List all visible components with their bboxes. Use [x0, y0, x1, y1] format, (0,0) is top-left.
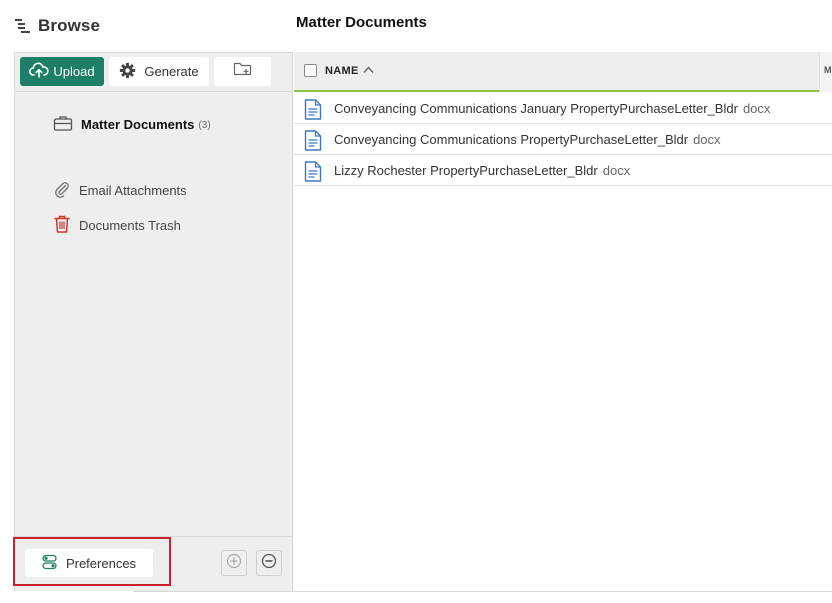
gear-icon	[119, 62, 144, 82]
document-row[interactable]: Conveyancing Communications PropertyPurc…	[294, 124, 832, 155]
upload-button[interactable]: Upload	[20, 57, 104, 86]
tree-list-icon[interactable]	[14, 17, 32, 35]
tree-item-count: (3)	[198, 120, 211, 131]
column-header-label: M	[824, 65, 832, 75]
document-row[interactable]: Conveyancing Communications January Prop…	[294, 93, 832, 124]
divider	[133, 591, 832, 592]
grid-header: NAME	[294, 52, 819, 92]
tree-item-label: Documents Trash	[79, 218, 181, 233]
column-header-name[interactable]: NAME	[325, 65, 374, 77]
generate-label: Generate	[144, 64, 199, 79]
column-header-label: NAME	[325, 65, 359, 77]
document-extension: docx	[693, 132, 721, 147]
tree-item-label: Matter Documents	[81, 117, 195, 132]
toggles-icon	[42, 554, 66, 573]
preferences-button[interactable]: Preferences	[25, 549, 153, 577]
column-header-next[interactable]: M	[819, 52, 832, 92]
document-row[interactable]: Lizzy Rochester PropertyPurchaseLetter_B…	[294, 155, 832, 186]
document-grid: NAME M Conveyancing Communications Janua…	[294, 52, 832, 591]
sidebar-toolbar: Upload Generate	[15, 53, 292, 92]
tree-item-documents-trash[interactable]: Documents Trash	[53, 214, 181, 237]
select-all-checkbox[interactable]	[304, 64, 317, 77]
paperclip-icon	[53, 180, 79, 201]
briefcase-icon	[53, 114, 81, 135]
cloud-upload-icon	[29, 62, 53, 81]
trash-icon	[53, 214, 79, 237]
new-folder-icon	[233, 61, 253, 82]
document-extension: docx	[742, 101, 771, 116]
sidebar-footer: Preferences	[15, 536, 292, 591]
page-title: Matter Documents	[296, 14, 427, 31]
add-button[interactable]	[221, 550, 247, 576]
remove-button[interactable]	[256, 550, 282, 576]
document-extension: docx	[602, 163, 631, 178]
generate-button[interactable]: Generate	[109, 57, 209, 86]
sidebar: Upload Generate Matter Documents (3) Ema…	[14, 52, 293, 591]
plus-circle-icon	[226, 553, 242, 574]
sort-ascending-icon	[359, 65, 374, 77]
browse-title: Browse	[38, 16, 101, 35]
browse-header: Browse	[14, 14, 100, 38]
minus-circle-icon	[261, 553, 277, 574]
preferences-label: Preferences	[65, 555, 137, 571]
tree-item-email-attachments[interactable]: Email Attachments	[53, 180, 187, 201]
tree-item-matter-documents[interactable]: Matter Documents (3)	[53, 114, 211, 135]
document-name: Conveyancing Communications PropertyPurc…	[334, 132, 721, 147]
upload-label: Upload	[53, 64, 95, 79]
document-name: Lizzy Rochester PropertyPurchaseLetter_B…	[334, 163, 631, 178]
new-folder-button[interactable]	[214, 57, 271, 86]
document-name: Conveyancing Communications January Prop…	[334, 101, 771, 116]
tree-item-label: Email Attachments	[79, 183, 187, 198]
